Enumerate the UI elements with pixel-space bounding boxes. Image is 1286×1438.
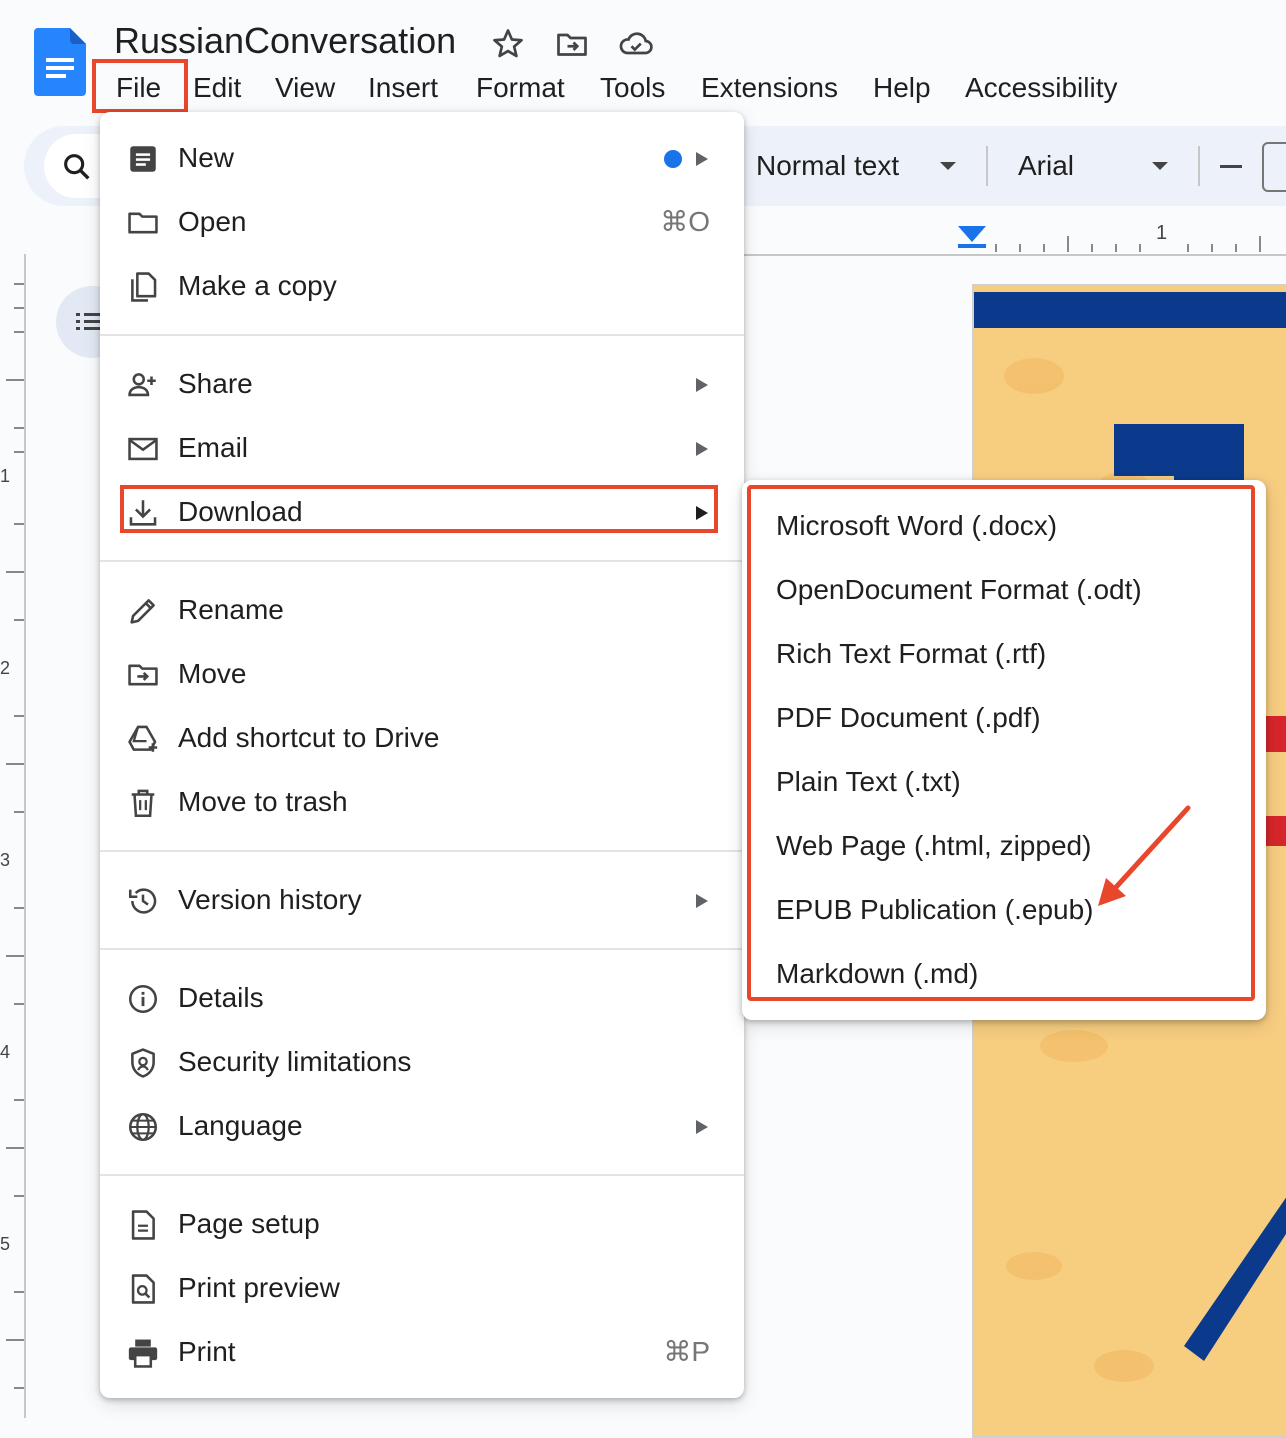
paragraph-style-select[interactable]: Normal text [756, 150, 899, 182]
menu-view[interactable]: View [275, 68, 335, 108]
menu-item-label: Language [178, 1110, 303, 1141]
chevron-down-icon [940, 162, 956, 170]
submenu-arrow-icon [696, 1120, 708, 1134]
font-select[interactable]: Arial [1018, 150, 1074, 182]
chevron-down-icon [1152, 162, 1168, 170]
menu-item-security-limitations[interactable]: Security limitations [100, 1032, 744, 1092]
menu-item-details[interactable]: Details [100, 968, 744, 1028]
person-add-icon [126, 368, 160, 402]
ruler-number: 2 [0, 658, 11, 678]
history-icon [126, 884, 160, 918]
menu-item-move[interactable]: Move [100, 644, 744, 704]
menu-divider [100, 1174, 744, 1176]
shield-icon [126, 1046, 160, 1080]
menu-item-page-setup[interactable]: Page setup [100, 1194, 744, 1254]
print-preview-icon [126, 1272, 160, 1306]
keyboard-shortcut: ⌘P [663, 1336, 710, 1367]
menu-item-email[interactable]: Email [100, 418, 744, 478]
copy-icon [126, 270, 160, 304]
menu-help[interactable]: Help [873, 68, 931, 108]
menu-item-language[interactable]: Language [100, 1096, 744, 1156]
trash-icon [126, 786, 160, 820]
info-icon [126, 982, 160, 1016]
annotation-arrow-icon [1092, 800, 1202, 912]
menu-item-label: Add shortcut to Drive [178, 722, 440, 753]
menu-item-add-shortcut-to-drive[interactable]: Add shortcut to Drive [100, 708, 744, 768]
menu-insert[interactable]: Insert [368, 68, 438, 108]
google-docs-icon[interactable] [34, 28, 86, 96]
submenu-arrow-icon [696, 442, 708, 456]
document-title[interactable]: RussianConversation [114, 20, 456, 62]
menu-item-label: Version history [178, 884, 362, 915]
menu-item-label: Rename [178, 594, 284, 625]
menu-item-version-history[interactable]: Version history [100, 870, 744, 930]
menu-item-open[interactable]: Open ⌘O [100, 192, 744, 252]
submenu-arrow-icon [696, 378, 708, 392]
menu-item-print-preview[interactable]: Print preview [100, 1258, 744, 1318]
menu-item-new[interactable]: New [100, 128, 744, 188]
menu-item-make-a-copy[interactable]: Make a copy [100, 256, 744, 316]
drive-add-icon [126, 722, 160, 756]
menu-item-print[interactable]: Print ⌘P [100, 1322, 744, 1382]
menu-divider [100, 334, 744, 336]
move-to-folder-icon[interactable] [554, 26, 590, 62]
file-menu: New Open ⌘O Make a copy Share Email Down… [100, 112, 744, 1398]
document-icon [126, 142, 160, 176]
menu-item-rename[interactable]: Rename [100, 580, 744, 640]
menu-accessibility[interactable]: Accessibility [965, 68, 1117, 108]
menu-item-label: Make a copy [178, 270, 337, 301]
menu-item-label: New [178, 142, 235, 173]
menu-item-share[interactable]: Share [100, 354, 744, 414]
ruler-number: 1 [0, 466, 11, 486]
globe-icon [126, 1110, 160, 1144]
printer-icon [126, 1336, 160, 1370]
menu-item-label: Print [178, 1336, 236, 1367]
menu-item-label: Open [178, 206, 247, 237]
menu-item-label: Security limitations [178, 1046, 412, 1077]
move-to-folder-icon [126, 658, 160, 692]
menu-divider [100, 948, 744, 950]
ruler-number: 4 [0, 1042, 11, 1062]
menu-item-label: Page setup [178, 1208, 320, 1239]
submenu-arrow-icon [696, 152, 708, 166]
folder-icon [126, 206, 160, 240]
menu-edit[interactable]: Edit [193, 68, 241, 108]
menu-divider [100, 560, 744, 562]
menu-item-label: Details [178, 982, 264, 1013]
font-size-input[interactable] [1262, 142, 1286, 192]
menu-item-label: Share [178, 368, 253, 399]
horizontal-ruler[interactable]: 1 [744, 208, 1286, 256]
toolbar-divider [986, 146, 988, 186]
ruler-number: 3 [0, 850, 11, 870]
new-indicator-dot [664, 150, 682, 168]
search-icon [60, 150, 94, 184]
menu-format[interactable]: Format [476, 68, 565, 108]
cloud-done-icon[interactable] [616, 26, 656, 62]
file-menu-highlight-annotation [92, 59, 188, 113]
star-icon[interactable] [490, 26, 526, 62]
download-highlight-annotation [120, 485, 718, 533]
menu-item-label: Move to trash [178, 786, 348, 817]
vertical-ruler[interactable]: 1 2 3 4 5 [0, 254, 26, 1418]
menu-item-move-to-trash[interactable]: Move to trash [100, 772, 744, 832]
decrease-font-size-icon[interactable] [1220, 165, 1242, 168]
menu-item-label: Print preview [178, 1272, 340, 1303]
menu-item-label: Email [178, 432, 249, 463]
menu-item-label: Move [178, 658, 247, 689]
search-menus-button[interactable] [44, 134, 108, 198]
menu-divider [100, 850, 744, 852]
mail-icon [126, 432, 160, 466]
menu-tools[interactable]: Tools [600, 68, 665, 108]
pencil-icon [126, 594, 160, 628]
ruler-number: 5 [0, 1234, 11, 1254]
toolbar-divider [1198, 146, 1200, 186]
submenu-arrow-icon [696, 894, 708, 908]
menu-extensions[interactable]: Extensions [701, 68, 838, 108]
keyboard-shortcut: ⌘O [660, 206, 710, 237]
ruler-number: 1 [1156, 222, 1168, 244]
submenu-highlight-annotation [747, 485, 1255, 1001]
page-icon [126, 1208, 160, 1242]
